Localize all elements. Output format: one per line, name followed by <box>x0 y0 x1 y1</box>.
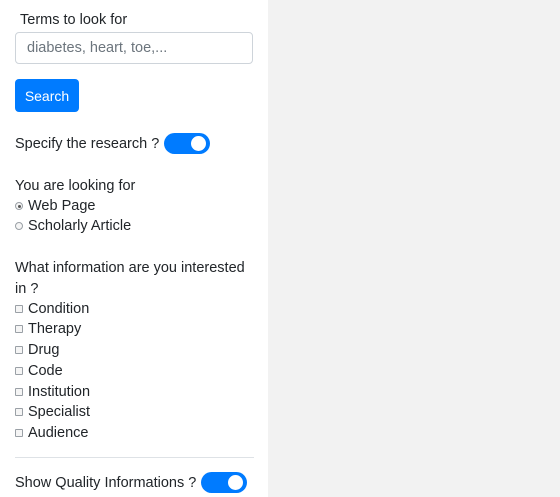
checkbox-label: Specialist <box>28 404 91 420</box>
radio-scholarly-article[interactable]: Scholarly Article <box>15 216 131 236</box>
checkbox-code[interactable]: Code <box>15 361 63 381</box>
terms-label: Terms to look for <box>20 12 128 28</box>
checkbox-label: Therapy <box>28 321 82 337</box>
information-title-line2: in ? <box>15 281 39 297</box>
checkbox-icon[interactable] <box>15 325 23 333</box>
checkbox-label: Condition <box>28 301 90 317</box>
toggle-knob <box>191 136 207 151</box>
checkbox-label: Drug <box>28 342 60 358</box>
checkbox-icon[interactable] <box>15 429 23 437</box>
checkbox-drug[interactable]: Drug <box>15 340 59 360</box>
checkbox-label: Institution <box>28 384 91 400</box>
information-title-line1: What information are you interested <box>15 260 245 276</box>
checkbox-label: Code <box>28 363 63 379</box>
radio-icon[interactable] <box>15 202 23 210</box>
checkbox-therapy[interactable]: Therapy <box>15 319 81 339</box>
toggle-knob <box>228 475 244 490</box>
checkbox-icon[interactable] <box>15 367 23 375</box>
radio-label: Scholarly Article <box>28 218 132 234</box>
section-divider <box>15 457 254 458</box>
checkbox-icon[interactable] <box>15 346 23 354</box>
checkbox-icon[interactable] <box>15 305 23 313</box>
looking-for-title: You are looking for <box>15 178 136 194</box>
checkbox-label: Audience <box>28 425 89 441</box>
specify-research-toggle[interactable] <box>164 133 211 154</box>
checkbox-condition[interactable]: Condition <box>15 299 89 319</box>
specify-research-row: Specify the research ? <box>15 133 211 154</box>
quality-info-toggle[interactable] <box>201 472 248 493</box>
radio-icon[interactable] <box>15 222 23 230</box>
checkbox-specialist[interactable]: Specialist <box>15 402 90 422</box>
checkbox-icon[interactable] <box>15 408 23 416</box>
search-panel: Terms to look for Search Specify the res… <box>0 0 268 497</box>
checkbox-audience[interactable]: Audience <box>15 423 88 443</box>
quality-info-row: Show Quality Informations ? <box>15 472 248 493</box>
radio-web-page[interactable]: Web Page <box>15 196 95 216</box>
checkbox-institution[interactable]: Institution <box>15 382 90 402</box>
checkbox-icon[interactable] <box>15 388 23 396</box>
search-button[interactable]: Search <box>15 79 79 112</box>
search-input[interactable] <box>15 32 253 64</box>
radio-label: Web Page <box>28 198 96 214</box>
specify-research-label: Specify the research ? <box>15 135 160 152</box>
quality-info-label: Show Quality Informations ? <box>15 474 197 491</box>
